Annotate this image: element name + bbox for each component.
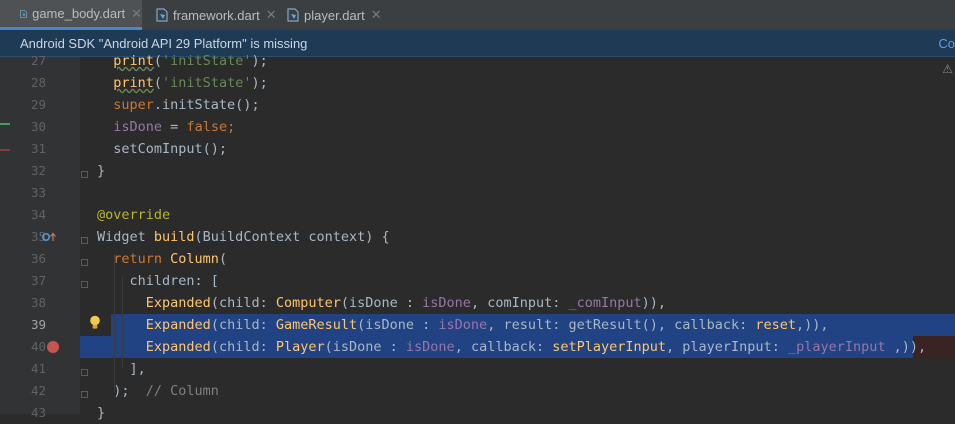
tab-framework[interactable]: framework.dart ✕ (156, 0, 277, 30)
code-line-35: Widget build(BuildContext context) { (97, 229, 390, 245)
tab-label: game_body.dart (32, 6, 126, 21)
line-gutter[interactable]: 27 28 29 30 31 32 33 34 35 36 37 38 39 4… (10, 53, 100, 420)
line-number: 27 (30, 53, 46, 68)
line-number: 28 (30, 75, 46, 90)
close-icon[interactable]: ✕ (131, 6, 142, 22)
line-number: 29 (30, 97, 46, 112)
code-line-43: } (97, 405, 106, 421)
close-icon[interactable]: ✕ (371, 7, 382, 23)
line-number: 37 (30, 273, 46, 288)
code-line-36: return Column( (113, 251, 228, 267)
side-strip (0, 57, 10, 414)
line-number-current: 39 (30, 317, 46, 332)
breakpoint-icon[interactable] (47, 341, 59, 353)
dart-file-icon (20, 9, 27, 18)
code-line-30: isDone = false; (113, 119, 236, 135)
line-number: 43 (30, 405, 46, 420)
line-number: 30 (30, 119, 46, 134)
override-marker-icon[interactable] (41, 231, 57, 243)
line-number: 33 (30, 185, 46, 200)
tab-player[interactable]: player.dart ✕ (287, 0, 382, 30)
code-line-31: setComInput(); (113, 141, 228, 157)
code-line-34: @override (97, 207, 171, 223)
close-icon[interactable]: ✕ (266, 7, 277, 23)
line-number: 42 (30, 383, 46, 398)
tab-label: player.dart (304, 7, 365, 23)
change-marker (0, 123, 10, 125)
tab-label: framework.dart (173, 7, 260, 23)
code-line-27: print('initState'); (113, 53, 268, 69)
line-number: 41 (30, 361, 46, 376)
code-line-28: print('initState'); (113, 75, 268, 91)
editor-tab-bar: game_body.dart ✕ framework.dart ✕ player… (0, 0, 955, 31)
tab-game-body[interactable]: game_body.dart ✕ (0, 0, 142, 30)
banner-message: Android SDK "Android API 29 Platform" is… (20, 35, 308, 51)
dart-file-icon (287, 8, 299, 22)
code-line-29: super.initState(); (113, 97, 260, 113)
code-line-38: Expanded(child: Computer(isDone : isDone… (145, 295, 667, 311)
banner-action-link[interactable]: Co (938, 36, 955, 51)
code-line-41: ], (129, 361, 146, 377)
line-number: 40 (30, 339, 46, 354)
line-number: 38 (30, 295, 46, 310)
dart-file-icon (156, 8, 168, 22)
line-number: 31 (30, 141, 46, 156)
code-editor[interactable]: print('initState'); print('initState'); … (80, 53, 955, 421)
line-number: 34 (30, 207, 46, 222)
code-line-40: Expanded(child: Player(isDone : isDone, … (145, 339, 927, 355)
change-marker (0, 149, 10, 151)
line-number: 32 (30, 163, 46, 178)
warning-triangle-icon[interactable]: ⚠ (942, 62, 953, 76)
code-line-42: ); // Column (113, 383, 219, 399)
code-line-32: } (97, 163, 106, 179)
code-line-39: Expanded(child: GameResult(isDone : isDo… (145, 317, 829, 333)
line-number: 36 (30, 251, 46, 266)
code-line-37: children: [ (129, 273, 219, 289)
